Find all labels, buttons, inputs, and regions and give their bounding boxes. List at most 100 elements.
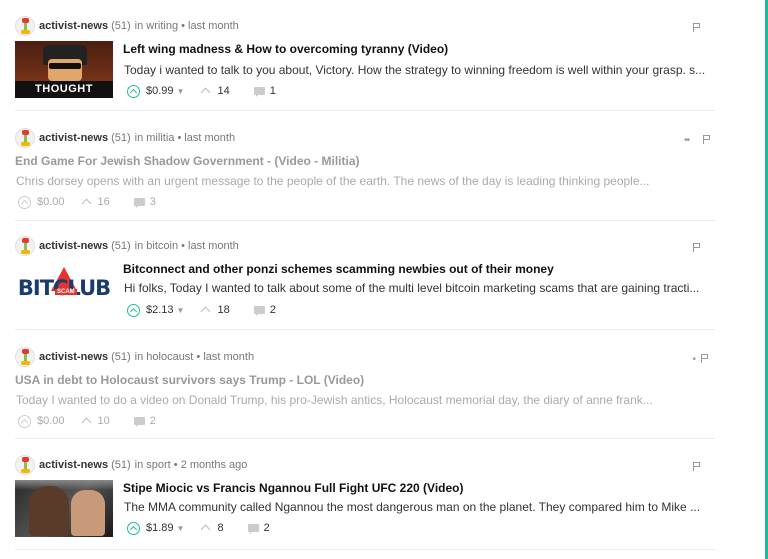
comments-link[interactable]: 3 (133, 196, 156, 208)
avatar-icon[interactable] (15, 128, 35, 148)
post-item: activist-news (51) in militia • last mon… (15, 128, 715, 221)
author-reputation: (51) (111, 459, 131, 471)
post-item: activist-news (51) in bitcoin • last mon… (15, 236, 715, 330)
scam-badge: SCAM (55, 289, 77, 295)
vote-count[interactable]: 16 (81, 196, 110, 209)
author-link[interactable]: activist-news (39, 240, 108, 252)
comments-link[interactable]: 2 (253, 304, 276, 316)
upvote-button[interactable] (18, 195, 31, 209)
flag-icon[interactable] (703, 135, 711, 144)
more-dots-icon[interactable]: •• (684, 136, 690, 146)
comment-count: 1 (269, 85, 276, 97)
vote-count-value: 14 (217, 85, 230, 97)
post-thumbnail[interactable]: THOUGHT POLICE (15, 41, 113, 98)
author-reputation: (51) (111, 132, 131, 144)
post-title[interactable]: Left wing madness & How to overcoming ty… (123, 42, 448, 56)
post-item: activist-news (51) in holocaust • last m… (15, 347, 715, 439)
thumbnail-caption: BITCLUB (17, 276, 111, 300)
chevron-up-icon (201, 306, 211, 317)
avatar-icon[interactable] (15, 347, 35, 367)
avatar-icon[interactable] (15, 455, 35, 475)
author-link[interactable]: activist-news (39, 351, 108, 363)
caret-down-icon[interactable]: ▼ (177, 524, 185, 533)
author-reputation: (51) (111, 240, 131, 252)
post-meta[interactable]: in writing • last month (135, 20, 239, 32)
post-header: activist-news (51) in holocaust • last m… (15, 347, 254, 367)
post-title[interactable]: End Game For Jewish Shadow Government - … (15, 154, 360, 168)
post-thumbnail[interactable] (15, 480, 113, 537)
comment-icon (133, 417, 145, 427)
comment-icon (253, 87, 265, 97)
post-header: activist-news (51) in sport • 2 months a… (15, 455, 247, 475)
upvote-button[interactable] (18, 414, 31, 428)
payout-value[interactable]: $0.00 (37, 196, 65, 208)
flag-icon[interactable] (693, 23, 701, 32)
author-link[interactable]: activist-news (39, 459, 108, 471)
vote-count-value: 10 (97, 415, 110, 427)
comment-icon (253, 306, 265, 316)
post-excerpt[interactable]: Today i wanted to talk to you about, Vic… (124, 63, 709, 77)
payout-value[interactable]: $2.13 (146, 304, 174, 316)
vote-count-value: 16 (97, 196, 110, 208)
post-footer: $1.89 ▼ 8 2 (127, 520, 270, 536)
post-excerpt[interactable]: Hi folks, Today I wanted to talk about s… (124, 281, 709, 295)
comment-icon (133, 198, 145, 208)
comment-count: 2 (149, 415, 156, 427)
caret-down-icon[interactable]: ▼ (177, 306, 185, 315)
caret-down-icon[interactable]: ▼ (177, 87, 185, 96)
more-dots-icon[interactable]: • (692, 355, 695, 365)
avatar-icon[interactable] (15, 16, 35, 36)
chevron-up-icon (201, 87, 211, 98)
vote-count-value: 8 (217, 522, 224, 534)
post-excerpt[interactable]: Chris dorsey opens with an urgent messag… (16, 174, 676, 188)
post-footer: $0.00 16 3 (18, 194, 156, 210)
comments-link[interactable]: 1 (253, 85, 276, 97)
upvote-button[interactable] (127, 521, 140, 535)
comment-icon (247, 524, 259, 534)
post-item: activist-news (51) in sport • 2 months a… (15, 455, 715, 550)
post-thumbnail[interactable]: BITCLUB SCAM (15, 261, 113, 318)
post-footer: $0.99 ▼ 14 1 (127, 83, 276, 99)
post-title[interactable]: USA in debt to Holocaust survivors says … (15, 373, 364, 387)
vote-count-value: 18 (217, 304, 230, 316)
post-title[interactable]: Bitconnect and other ponzi schemes scamm… (123, 262, 554, 276)
chevron-up-icon (201, 524, 211, 535)
vote-count[interactable]: 10 (81, 415, 110, 428)
post-footer: $2.13 ▼ 18 2 (127, 302, 276, 318)
chevron-up-icon (81, 198, 91, 209)
post-excerpt[interactable]: The MMA community called Ngannou the mos… (124, 500, 709, 514)
flag-icon[interactable] (701, 354, 709, 363)
comments-link[interactable]: 2 (247, 522, 270, 534)
post-excerpt[interactable]: Today I wanted to do a video on Donald T… (16, 393, 676, 407)
payout-value[interactable]: $1.89 (146, 522, 174, 534)
flag-icon[interactable] (693, 243, 701, 252)
avatar-icon[interactable] (15, 236, 35, 256)
author-link[interactable]: activist-news (39, 20, 108, 32)
chevron-up-icon (81, 417, 91, 428)
flag-icon[interactable] (693, 462, 701, 471)
comment-count: 2 (263, 522, 270, 534)
thumbnail-caption: THOUGHT POLICE (15, 81, 113, 98)
author-reputation: (51) (111, 351, 131, 363)
payout-value[interactable]: $0.99 (146, 85, 174, 97)
post-item: activist-news (51) in writing • last mon… (15, 16, 715, 111)
vote-count[interactable]: 18 (201, 304, 230, 317)
comment-count: 2 (269, 304, 276, 316)
post-title[interactable]: Stipe Miocic vs Francis Ngannou Full Fig… (123, 481, 464, 495)
post-header: activist-news (51) in writing • last mon… (15, 16, 239, 36)
vote-count[interactable]: 8 (201, 522, 224, 535)
post-meta[interactable]: in bitcoin • last month (135, 240, 239, 252)
vote-count[interactable]: 14 (201, 85, 230, 98)
upvote-button[interactable] (127, 303, 140, 317)
author-link[interactable]: activist-news (39, 132, 108, 144)
post-header: activist-news (51) in bitcoin • last mon… (15, 236, 239, 256)
comment-count: 3 (149, 196, 156, 208)
post-meta[interactable]: in militia • last month (135, 132, 235, 144)
post-meta[interactable]: in holocaust • last month (135, 351, 254, 363)
post-meta[interactable]: in sport • 2 months ago (135, 459, 248, 471)
upvote-button[interactable] (127, 84, 140, 98)
comments-link[interactable]: 2 (133, 415, 156, 427)
post-header: activist-news (51) in militia • last mon… (15, 128, 235, 148)
author-reputation: (51) (111, 20, 131, 32)
payout-value[interactable]: $0.00 (37, 415, 65, 427)
